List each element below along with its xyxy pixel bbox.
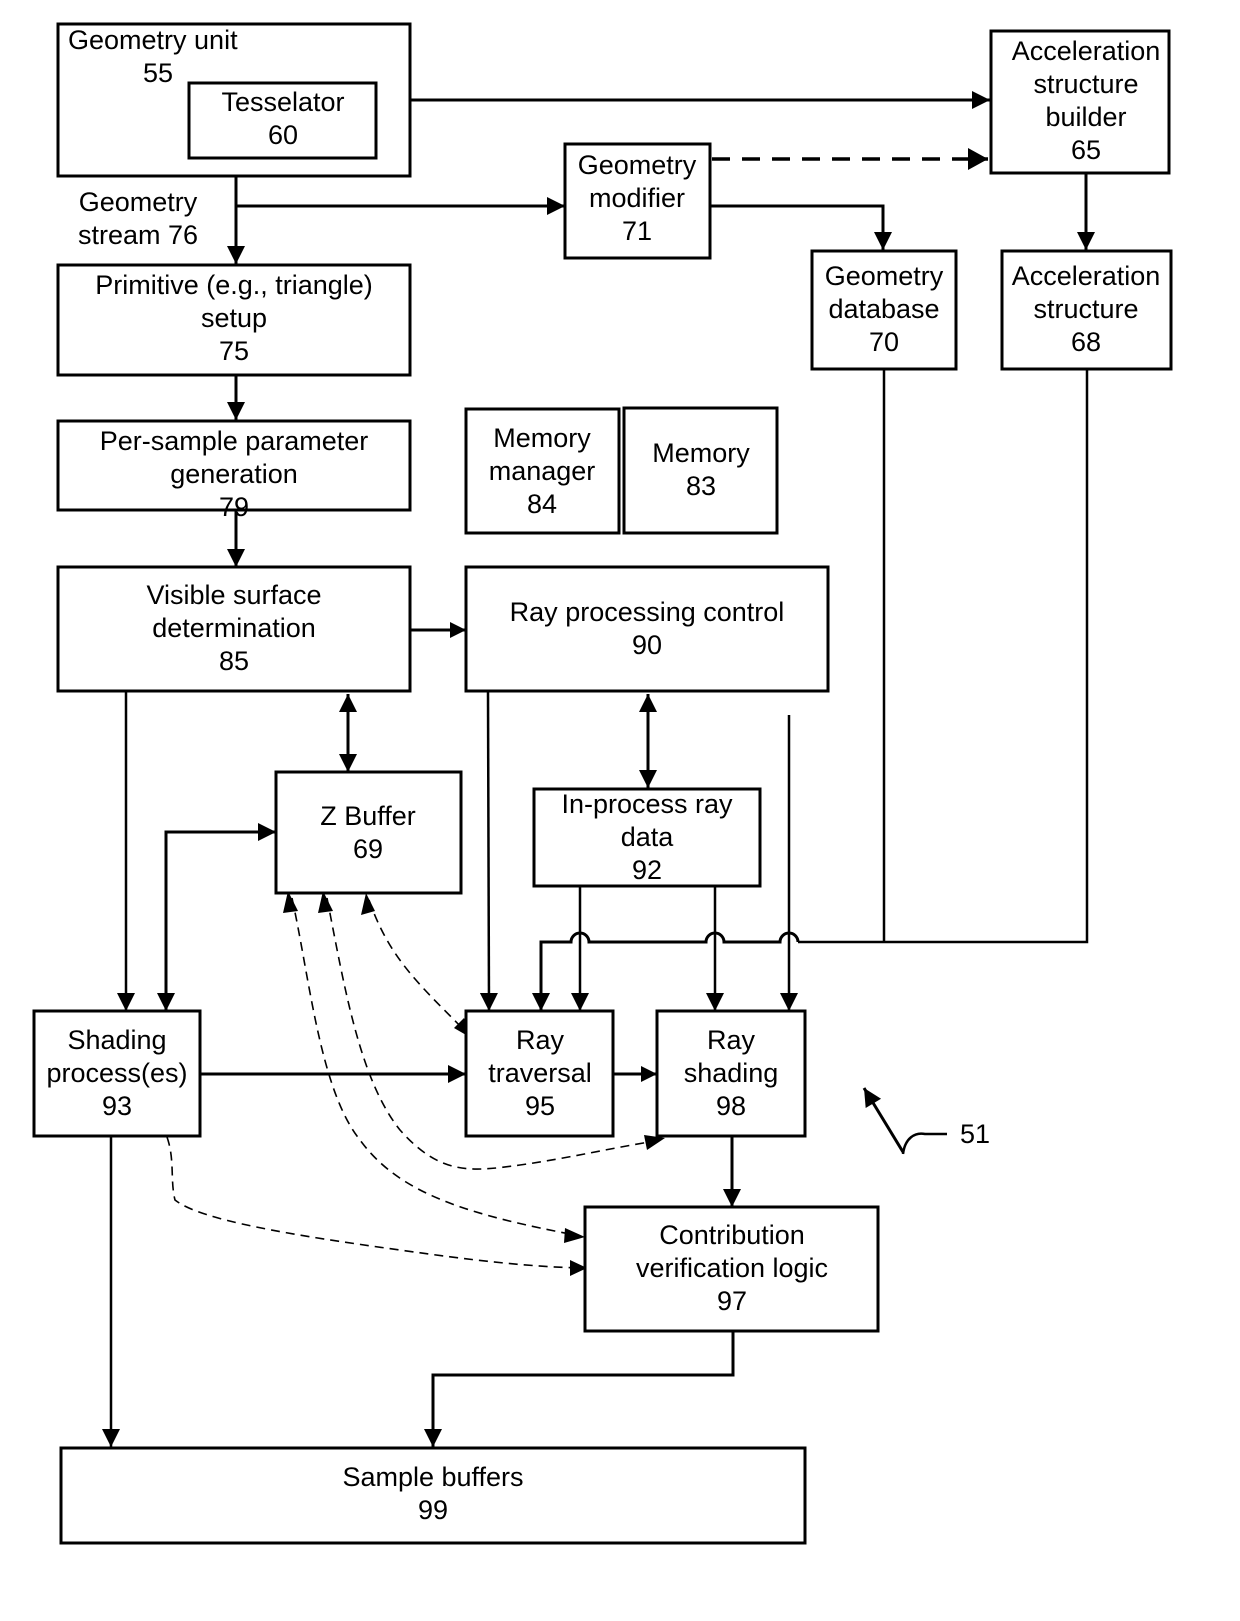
geometry-stream-line-1: Geometry: [79, 187, 198, 217]
visible-surface-number: 85: [219, 646, 249, 676]
visible-surface-determination[interactable]: Visible surface determination 85: [56, 565, 412, 693]
ray-traversal-line-2: traversal: [488, 1058, 592, 1088]
ray-processing-control-line-1: Ray processing control: [510, 597, 785, 627]
dashed-z-buffer-ray-traversal: [368, 899, 471, 1037]
accel-structure-line-2: structure: [1033, 294, 1138, 324]
tesselator-number: 60: [268, 120, 298, 150]
ray-processing-control[interactable]: Ray processing control 90: [464, 565, 830, 693]
shading-processes[interactable]: Shading process(es) 93: [32, 1009, 202, 1138]
primitive-setup-line-1: Primitive (e.g., triangle): [95, 270, 373, 300]
accel-builder-number: 65: [1071, 135, 1101, 165]
primitive-setup-line-2: setup: [201, 303, 267, 333]
in-process-number: 92: [632, 855, 662, 885]
geometry-stream-label: Geometry stream 76: [78, 187, 198, 250]
shading-number: 93: [102, 1091, 132, 1121]
z-buffer-line-1: Z Buffer: [320, 801, 416, 831]
contribution-number: 97: [717, 1286, 747, 1316]
memory-manager-line-2: manager: [489, 456, 596, 486]
geometry-modifier[interactable]: Geometry modifier 71: [563, 142, 712, 260]
ray-traversal-line-1: Ray: [516, 1025, 565, 1055]
per-sample-line-2: generation: [170, 459, 298, 489]
geometry-database[interactable]: Geometry database 70: [810, 249, 958, 371]
memory[interactable]: Memory 83: [622, 406, 779, 535]
arrow-z-buffer-shading-bidirectional: [157, 823, 276, 1011]
in-process-line-2: data: [621, 822, 675, 852]
arrowhead-z-buffer-top-3: [361, 893, 375, 915]
accel-builder-line-2: structure: [1033, 69, 1138, 99]
memory-number: 83: [686, 471, 716, 501]
reference-leader-51: [901, 1132, 947, 1155]
contribution-line-1: Contribution: [659, 1220, 805, 1250]
geometry-modifier-line-2: modifier: [589, 183, 685, 213]
ray-processing-control-number: 90: [632, 630, 662, 660]
bus-accel-structure-down: [798, 370, 1089, 944]
ray-shading-line-2: shading: [684, 1058, 779, 1088]
arrow-ray-processing-to-ray-traversal: [479, 691, 498, 1012]
contribution-line-2: verification logic: [636, 1253, 828, 1283]
reference-arrow-51: [862, 1087, 905, 1153]
geometry-stream-line-2: stream 76: [78, 220, 198, 250]
primitive-setup-number: 75: [219, 336, 249, 366]
ray-shading-line-1: Ray: [707, 1025, 756, 1055]
accel-builder-line-3: builder: [1045, 102, 1126, 132]
ray-shading-number: 98: [716, 1091, 746, 1121]
in-process-line-1: In-process ray: [561, 789, 733, 819]
geometry-database-line-2: database: [828, 294, 939, 324]
ray-traversal-number: 95: [525, 1091, 555, 1121]
visible-surface-line-1: Visible surface: [146, 580, 321, 610]
z-buffer[interactable]: Z Buffer 69: [274, 770, 463, 895]
z-buffer-number: 69: [353, 834, 383, 864]
memory-manager-line-1: Memory: [493, 423, 591, 453]
geometry-unit-title: Geometry unit: [68, 25, 238, 55]
sample-buffers-line-1: Sample buffers: [342, 1462, 523, 1492]
accel-structure-number: 68: [1071, 327, 1101, 357]
arrowhead-dashed-accel-builder: [968, 148, 988, 170]
shading-line-1: Shading: [67, 1025, 166, 1055]
geometry-database-number: 70: [869, 327, 899, 357]
memory-manager-number: 84: [527, 489, 557, 519]
sample-buffers[interactable]: Sample buffers 99: [59, 1446, 807, 1545]
memory-line-1: Memory: [652, 438, 750, 468]
geometry-modifier-number: 71: [622, 216, 652, 246]
ray-shading[interactable]: Ray shading 98: [655, 1009, 807, 1138]
tesselator-title: Tesselator: [221, 87, 344, 117]
figure-reference-label: 51: [960, 1119, 990, 1149]
arrow-geometry-modifier-to-geometry-database: [710, 204, 892, 250]
acceleration-structure[interactable]: Acceleration structure 68: [1000, 249, 1173, 371]
arrow-contribution-to-sample-buffers: [424, 1332, 735, 1447]
accel-structure-line-1: Acceleration: [1012, 261, 1161, 291]
memory-manager[interactable]: Memory manager 84: [464, 407, 621, 535]
accel-builder-line-1: Acceleration: [1012, 36, 1161, 66]
system-block-diagram: Geometry unit 55 Tesselator 60 Accelerat…: [32, 22, 1173, 1545]
per-sample-line-1: Per-sample parameter: [100, 426, 369, 456]
arrowhead-contribution-dashed-1: [564, 1228, 585, 1243]
sample-buffers-number: 99: [418, 1495, 448, 1525]
shading-line-2: process(es): [46, 1058, 187, 1088]
in-process-ray-data[interactable]: In-process ray data 92: [532, 787, 762, 888]
per-sample-number: 79: [219, 492, 249, 522]
ray-traversal[interactable]: Ray traversal 95: [464, 1009, 615, 1138]
contribution-verification-logic[interactable]: Contribution verification logic 97: [583, 1205, 880, 1333]
acceleration-structure-builder[interactable]: Acceleration structure builder 65: [989, 29, 1171, 175]
tesselator[interactable]: Tesselator 60: [187, 81, 378, 160]
geometry-unit-number: 55: [143, 58, 173, 88]
primitive-setup[interactable]: Primitive (e.g., triangle) setup 75: [56, 263, 412, 377]
per-sample-parameter-generation[interactable]: Per-sample parameter generation 79: [56, 419, 412, 522]
geometry-modifier-line-1: Geometry: [578, 150, 697, 180]
geometry-database-line-1: Geometry: [825, 261, 944, 291]
visible-surface-line-2: determination: [152, 613, 316, 643]
